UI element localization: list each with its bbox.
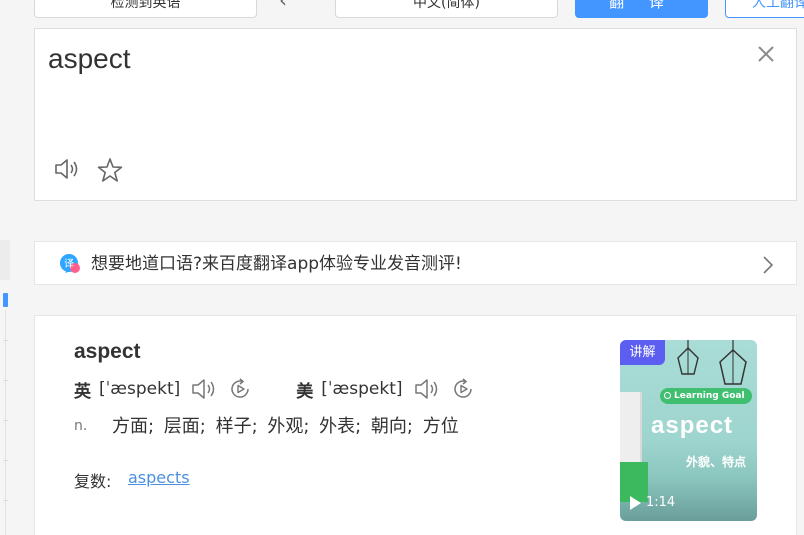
rail-tick [3,500,8,501]
human-translation-button[interactable]: 人工翻译 [725,0,804,18]
translate-app-icon: 译 [60,254,80,273]
left-rail [0,240,10,280]
goal-dot-icon [664,392,671,399]
us-phonetic: [ˈæspekt] [321,379,403,399]
source-language-select[interactable]: 检测到英语 [34,0,257,18]
rail-tick [3,380,8,381]
phonetic-row: 英 [ˈæspekt] 美 [ˈæspekt] [74,376,475,402]
dictionary-result-card: aspect 英 [ˈæspekt] 美 [ˈæspekt] n. 方面; 层面… [34,315,797,535]
part-of-speech: n. [74,418,88,434]
book-illustration [620,392,642,472]
learning-goal-tag: Learning Goal [660,388,752,404]
learning-goal-text: Learning Goal [674,391,745,401]
video-badge: 讲解 [620,340,665,365]
close-icon[interactable] [755,43,777,65]
svg-text:译: 译 [64,258,74,270]
target-language-select[interactable]: 中文(简体) [335,0,558,18]
source-input-panel[interactable]: aspect [34,28,797,201]
headword: aspect [74,340,141,363]
app-promo-banner[interactable]: 译 想要地道口语?来百度翻译app体验专业发音测评! [34,241,797,285]
uk-phonetic: [ˈæspekt] [99,379,181,399]
rail-tick [3,460,8,461]
star-icon[interactable] [97,157,123,183]
rail-tick [3,340,8,341]
us-replay-icon[interactable] [451,377,475,401]
video-duration: 1:14 [646,495,676,510]
lamp-illustration [677,340,699,375]
rail-tick [3,420,8,421]
plural-label: 复数: [74,472,112,491]
rail-line [5,310,6,535]
definitions: 方面; 层面; 样子; 外观; 外表; 朝向; 方位 [112,416,459,437]
lamp-illustration [719,340,747,385]
uk-replay-icon[interactable] [228,377,252,401]
uk-speaker-icon[interactable] [190,377,218,401]
swap-languages-icon[interactable]: ‹ [279,0,287,10]
rail-active-marker [3,293,8,307]
speaker-icon[interactable] [53,157,81,181]
uk-label: 英 [74,381,91,402]
chevron-right-icon[interactable] [761,255,775,275]
video-lesson-thumbnail[interactable]: 讲解 Learning Goal aspect 外貌、特点 1:14 [620,340,757,521]
source-text[interactable]: aspect [48,43,131,75]
promo-text: 想要地道口语?来百度翻译app体验专业发音测评! [91,254,462,274]
us-speaker-icon[interactable] [413,377,441,401]
us-label: 美 [296,381,314,402]
play-icon[interactable] [628,495,642,511]
plural-link[interactable]: aspects [128,468,190,487]
video-word: aspect [651,412,734,439]
video-subtitle: 外貌、特点 [686,455,747,469]
translate-page: 检测到英语 ‹ 中文(简体) 翻 译 人工翻译 aspect 译 想要地道口语?… [0,0,804,535]
translate-button[interactable]: 翻 译 [575,0,708,18]
